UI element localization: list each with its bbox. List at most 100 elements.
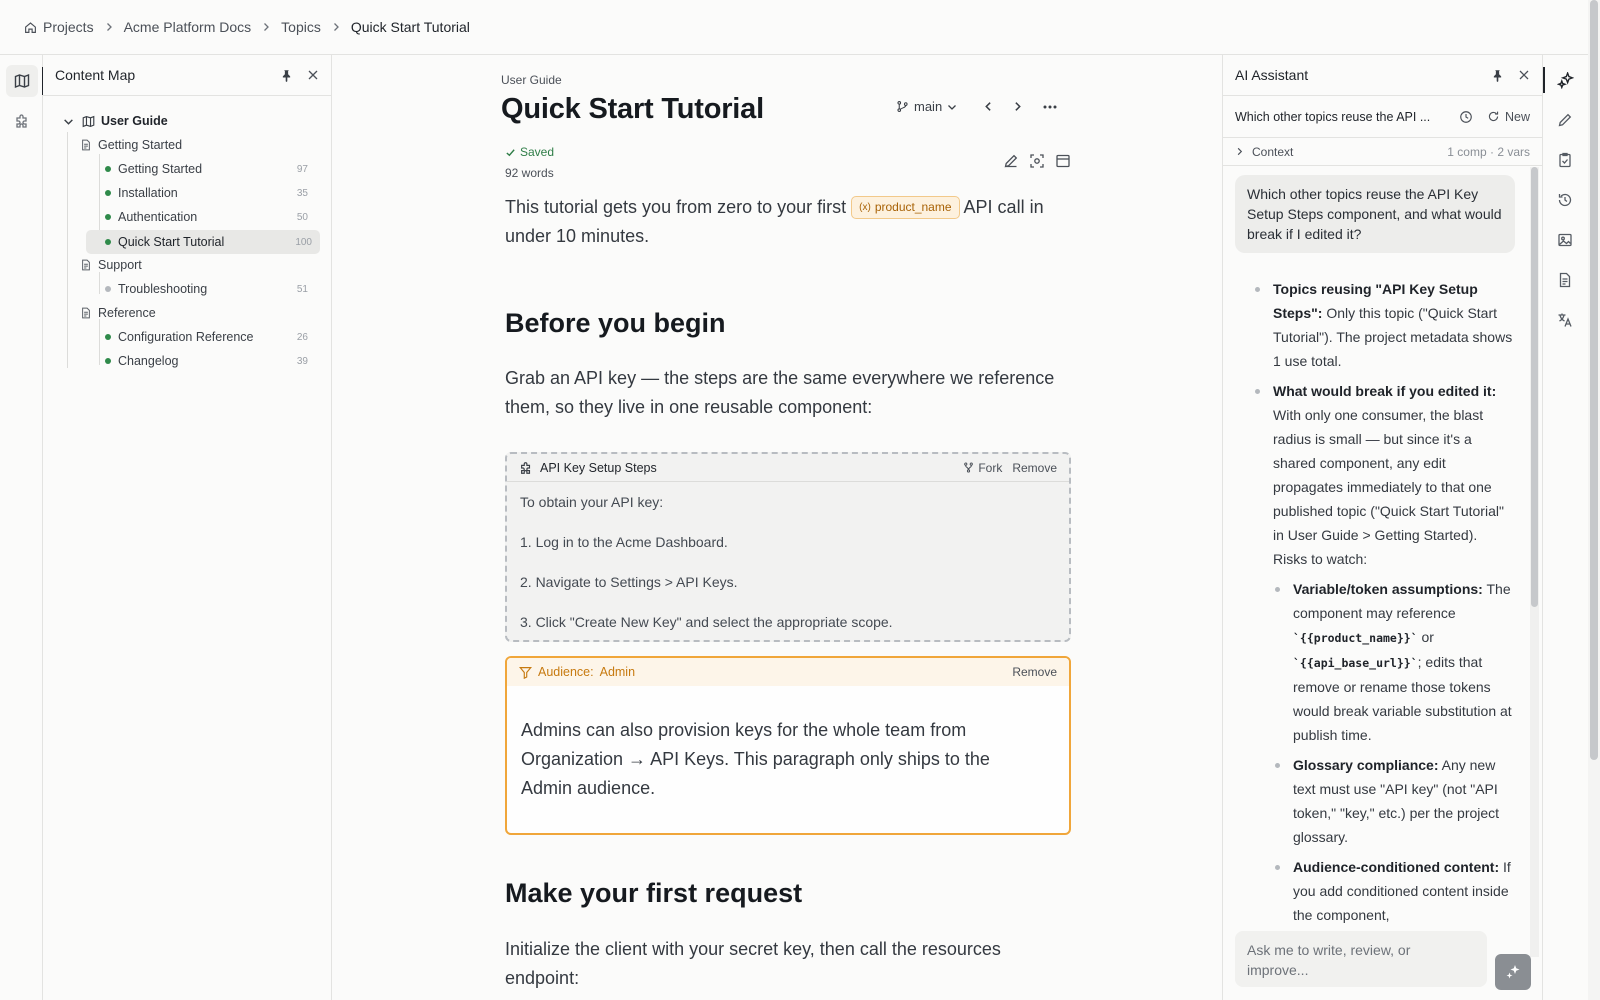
send-button[interactable]	[1495, 954, 1531, 990]
breadcrumb-current: Quick Start Tutorial	[350, 19, 470, 35]
breadcrumb-projects[interactable]: Projects	[43, 19, 94, 35]
ai-assistant-rail-button[interactable]	[1543, 65, 1580, 95]
audience-paragraph[interactable]: Admins can also provision keys for the w…	[521, 716, 1021, 803]
puzzle-icon	[14, 113, 30, 129]
chevron-down-icon[interactable]	[63, 116, 74, 127]
variable-token[interactable]: (x) product_name	[851, 196, 960, 219]
pin-icon[interactable]	[280, 69, 293, 82]
main-scrollbar-thumb[interactable]	[1590, 0, 1598, 760]
heading-before-you-begin[interactable]: Before you begin	[505, 308, 726, 339]
focus-icon[interactable]	[1029, 153, 1045, 169]
pencil-icon[interactable]	[1003, 153, 1019, 169]
tree-topic-authentication[interactable]: Authentication 50	[105, 206, 316, 228]
audience-condition[interactable]: Audience: Admin	[519, 665, 635, 679]
tree-topic-quick-start-selected[interactable]: Quick Start Tutorial 100	[86, 230, 320, 254]
reusable-component-block[interactable]: API Key Setup Steps Fork Remove To obtai…	[505, 452, 1071, 642]
edit-rail-button[interactable]	[1550, 105, 1580, 135]
component-header: API Key Setup Steps Fork Remove	[507, 454, 1069, 482]
published-status-dot	[105, 166, 111, 172]
context-meta: 1 comp · 2 vars	[1447, 144, 1530, 159]
assistant-message: Topics reusing "API Key Setup Steps": On…	[1253, 277, 1515, 933]
new-chat-label: New	[1504, 109, 1530, 124]
layout-icon[interactable]	[1055, 153, 1071, 169]
tree-topic-installation[interactable]: Installation 35	[105, 182, 316, 204]
edit-toolbar	[1003, 153, 1071, 169]
answer-subitem: Variable/token assumptions: The componen…	[1273, 577, 1515, 747]
heading-first-request[interactable]: Make your first request	[505, 878, 802, 909]
close-icon[interactable]	[1518, 69, 1530, 81]
tree-topic-getting-started[interactable]: Getting Started 97	[105, 158, 316, 180]
conversation-bar: Which other topics reuse the API ... New	[1223, 96, 1542, 138]
close-icon[interactable]	[307, 69, 319, 81]
chevron-right-icon	[331, 22, 341, 32]
audience-label: Audience:	[538, 665, 594, 679]
context-row[interactable]: Context 1 comp · 2 vars	[1223, 138, 1542, 166]
branch-selector[interactable]: main	[896, 99, 957, 114]
content-map-rail-button[interactable]	[6, 65, 44, 97]
topic-score: 100	[295, 236, 312, 248]
chevron-right-icon[interactable]	[1012, 101, 1023, 112]
audience-conditional-block[interactable]: Audience: Admin Remove Admins can also p…	[505, 656, 1071, 835]
more-icon[interactable]	[1043, 105, 1057, 109]
page-title[interactable]: Quick Start Tutorial	[501, 93, 764, 126]
document-rail-button[interactable]	[1550, 265, 1580, 295]
history-rail-button[interactable]	[1550, 185, 1580, 215]
answer-subitem-heading: Glossary compliance:	[1293, 757, 1439, 773]
document-icon	[80, 259, 92, 271]
draft-status-dot	[105, 286, 111, 292]
tree-topic-troubleshooting[interactable]: Troubleshooting 51	[105, 278, 316, 300]
ai-scrollbar[interactable]	[1530, 167, 1539, 957]
puzzle-icon	[519, 461, 533, 475]
home-icon[interactable]	[24, 21, 37, 34]
content-map-header: Content Map	[43, 55, 331, 96]
review-rail-button[interactable]	[1550, 145, 1580, 175]
topic-score: 35	[296, 187, 308, 199]
variable-token-label: product_name	[874, 200, 952, 214]
ai-header: AI Assistant	[1223, 55, 1542, 96]
answer-item-text: With only one consumer, the blast radius…	[1273, 407, 1504, 567]
ai-scrollbar-thumb[interactable]	[1531, 167, 1538, 607]
tree-topic-label: Authentication	[118, 210, 198, 224]
tree-folder-label: Support	[98, 258, 142, 272]
tree-folder-support[interactable]: Support	[80, 254, 142, 276]
breadcrumb-topics[interactable]: Topics	[281, 19, 321, 35]
top-bar: Projects Acme Platform Docs Topics Quick…	[0, 0, 1600, 55]
tree-folder-label: Reference	[98, 306, 156, 320]
tree-folder-getting-started[interactable]: Getting Started	[80, 134, 182, 156]
remove-audience-button[interactable]: Remove	[1012, 665, 1057, 679]
remove-component-button[interactable]: Remove	[1012, 461, 1057, 475]
topic-score: 26	[296, 331, 308, 343]
paragraph-first-request[interactable]: Initialize the client with your secret k…	[505, 935, 1071, 993]
intro-paragraph[interactable]: This tutorial gets you from zero to your…	[505, 193, 1071, 251]
history-icon	[1557, 192, 1573, 208]
ai-title: AI Assistant	[1235, 67, 1309, 83]
audience-value: Admin	[599, 665, 636, 679]
tree-folder-reference[interactable]: Reference	[80, 302, 156, 324]
history-icon[interactable]	[1459, 110, 1473, 124]
new-chat-button[interactable]: New	[1487, 110, 1530, 124]
ai-prompt-input[interactable]: Ask me to write, review, or improve...	[1235, 931, 1487, 987]
main-scrollbar[interactable]	[1588, 0, 1600, 1000]
media-rail-button[interactable]	[1550, 225, 1580, 255]
tree-topic-changelog[interactable]: Changelog 39	[105, 350, 316, 372]
answer-subitem: Glossary compliance: Any new text must u…	[1273, 753, 1515, 849]
fork-button[interactable]: Fork	[963, 461, 1002, 475]
components-rail-button[interactable]	[6, 105, 38, 137]
breadcrumb-project[interactable]: Acme Platform Docs	[124, 19, 252, 35]
answer-subitem: Audience-conditioned content: If you add…	[1273, 855, 1515, 927]
tree-root-label: User Guide	[101, 114, 168, 128]
doc-section-label: User Guide	[501, 73, 562, 87]
paragraph-before-you-begin[interactable]: Grab an API key — the steps are the same…	[505, 364, 1071, 422]
translate-rail-button[interactable]	[1550, 305, 1580, 335]
tree-topic-label: Installation	[118, 186, 178, 200]
sparkle-icon	[1505, 964, 1521, 980]
tree-topic-label: Troubleshooting	[118, 282, 208, 296]
chevron-right-icon	[1235, 147, 1244, 156]
component-line: To obtain your API key:	[520, 494, 664, 510]
tree-root-user-guide[interactable]: User Guide	[63, 110, 168, 132]
conversation-title[interactable]: Which other topics reuse the API ...	[1235, 110, 1430, 124]
chevron-left-icon[interactable]	[983, 101, 994, 112]
tree-topic-configuration-reference[interactable]: Configuration Reference 26	[105, 326, 316, 348]
pin-icon[interactable]	[1491, 69, 1504, 82]
right-rail	[1542, 55, 1588, 1000]
